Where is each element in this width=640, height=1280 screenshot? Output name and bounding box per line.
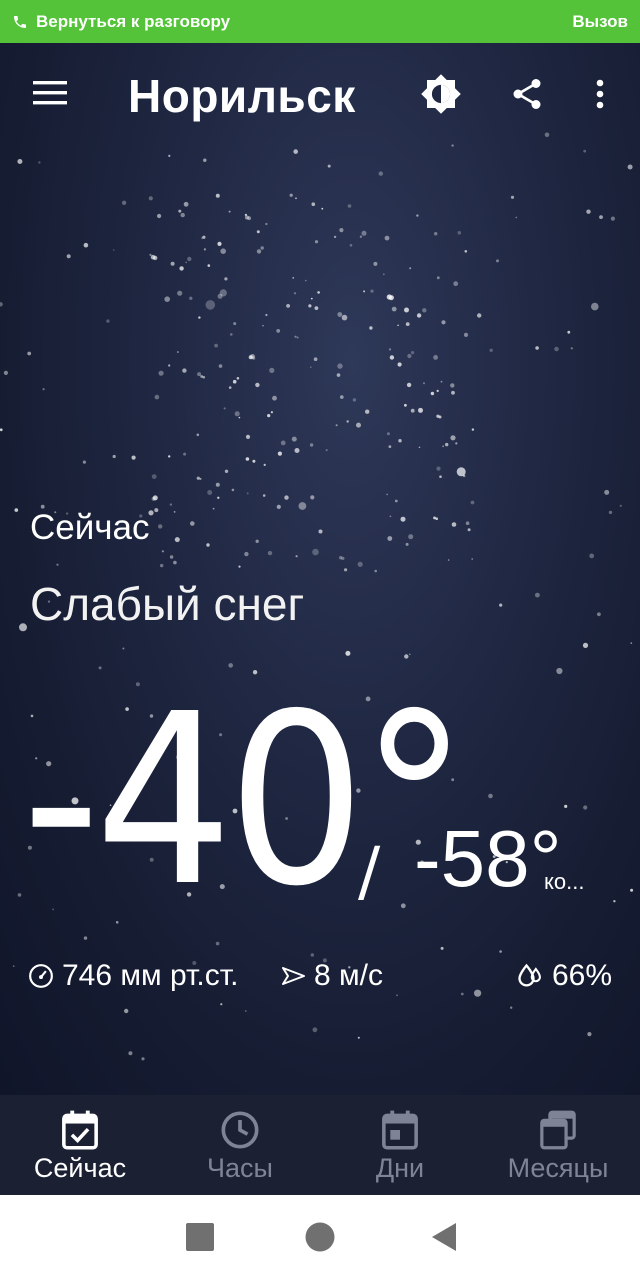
return-to-call-label: Вернуться к разговору: [36, 11, 231, 31]
calendar-check-icon: [62, 1110, 98, 1150]
wind-value: 8 м/с: [314, 959, 383, 992]
gauge-icon: [29, 964, 53, 988]
wind-direction-icon: [282, 967, 305, 985]
more-options-button[interactable]: [578, 69, 622, 119]
tab-hours-label: Часы: [207, 1153, 273, 1183]
home-icon[interactable]: [302, 1221, 338, 1253]
wind-stat: 8 м/с: [282, 959, 383, 993]
humidity-stat: 66%: [516, 959, 612, 993]
clock-icon: [221, 1111, 259, 1149]
system-navigation-bar: [0, 1195, 640, 1280]
back-icon[interactable]: [426, 1221, 462, 1253]
weather-main: Норильск Сейчас Слабый снег -40° / -58° …: [0, 43, 640, 1095]
humidity-drops-icon: [518, 963, 541, 987]
call-action-label[interactable]: Вызов: [572, 12, 628, 32]
toolbar: Норильск: [0, 43, 640, 143]
city-title[interactable]: Норильск: [128, 69, 356, 123]
calendar-stack-icon: [540, 1110, 576, 1150]
now-section-title: Сейчас: [30, 508, 150, 547]
tab-months[interactable]: Месяцы: [478, 1095, 638, 1195]
theme-toggle-button[interactable]: [416, 69, 466, 119]
pressure-stat: 746 мм рт.ст.: [28, 959, 239, 993]
pressure-value: 746 мм рт.ст.: [62, 959, 239, 992]
current-temperature: -40°: [22, 663, 469, 938]
temperature-separator: /: [358, 833, 381, 910]
feels-like-label: ко...: [544, 869, 585, 894]
calendar-day-icon: [382, 1110, 418, 1150]
humidity-value: 66%: [552, 959, 613, 992]
tab-now-label: Сейчас: [33, 1153, 127, 1183]
share-icon: [513, 79, 541, 109]
brightness-icon: [421, 74, 461, 114]
tab-months-label: Месяцы: [507, 1153, 609, 1183]
weather-condition: Слабый снег: [30, 578, 305, 630]
tab-hours[interactable]: Часы: [160, 1095, 320, 1195]
feels-like-temperature: -58°: [414, 814, 562, 903]
tab-days-label: Дни: [375, 1153, 425, 1183]
weather-stats: 746 мм рт.ст. 8 м/с 66%: [0, 951, 640, 1001]
share-button[interactable]: [502, 69, 552, 119]
more-vert-icon: [596, 79, 604, 109]
recent-apps-icon[interactable]: [182, 1221, 218, 1253]
tab-now[interactable]: Сейчас: [0, 1095, 160, 1195]
bottom-navigation: Сейчас Часы Дни Месяцы: [0, 1095, 640, 1195]
phone-icon: [14, 15, 26, 28]
tab-days[interactable]: Дни: [320, 1095, 480, 1195]
menu-button[interactable]: [26, 71, 74, 115]
menu-icon: [33, 81, 67, 105]
return-to-call-bar[interactable]: Вернуться к разговору Вызов: [0, 0, 640, 43]
